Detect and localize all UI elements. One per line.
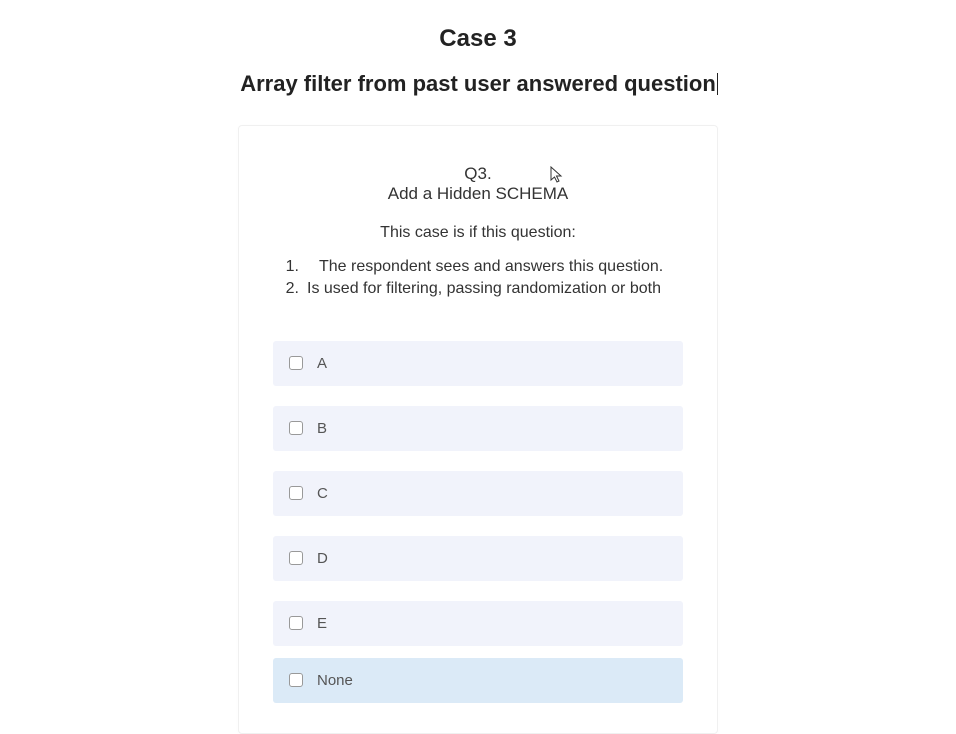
- list-item-number: 2.: [277, 278, 307, 300]
- question-case-intro: This case is if this question:: [269, 224, 687, 242]
- checkbox-icon[interactable]: [289, 673, 303, 687]
- checkbox-icon[interactable]: [289, 356, 303, 370]
- list-item-text: Is used for filtering, passing randomiza…: [307, 278, 679, 300]
- option-label: B: [317, 420, 327, 437]
- option-row[interactable]: E: [273, 601, 683, 646]
- option-label: D: [317, 550, 328, 567]
- option-row[interactable]: None: [273, 658, 683, 703]
- checkbox-icon[interactable]: [289, 551, 303, 565]
- option-label: E: [317, 615, 327, 632]
- checkbox-icon[interactable]: [289, 486, 303, 500]
- page-title: Case 3: [0, 25, 956, 53]
- list-item: 1. The respondent sees and answers this …: [277, 256, 679, 278]
- page-container: Case 3 Array filter from past user answe…: [0, 0, 956, 734]
- option-row[interactable]: D: [273, 536, 683, 581]
- list-item-number: 1.: [277, 256, 307, 278]
- options-group: A B C D E None: [269, 341, 687, 703]
- option-row[interactable]: B: [273, 406, 683, 451]
- list-item: 2. Is used for filtering, passing random…: [277, 278, 679, 300]
- question-card: Q3. Add a Hidden SCHEMA This case is if …: [238, 125, 718, 734]
- option-row[interactable]: A: [273, 341, 683, 386]
- question-heading: Add a Hidden SCHEMA: [269, 184, 687, 204]
- option-label: None: [317, 672, 353, 689]
- question-number: Q3.: [269, 164, 687, 184]
- option-label: C: [317, 485, 328, 502]
- option-label: A: [317, 355, 327, 372]
- checkbox-icon[interactable]: [289, 616, 303, 630]
- checkbox-icon[interactable]: [289, 421, 303, 435]
- page-subtitle: Array filter from past user answered que…: [240, 71, 716, 97]
- option-row[interactable]: C: [273, 471, 683, 516]
- list-item-text: The respondent sees and answers this que…: [307, 256, 679, 278]
- question-list: 1. The respondent sees and answers this …: [269, 256, 687, 301]
